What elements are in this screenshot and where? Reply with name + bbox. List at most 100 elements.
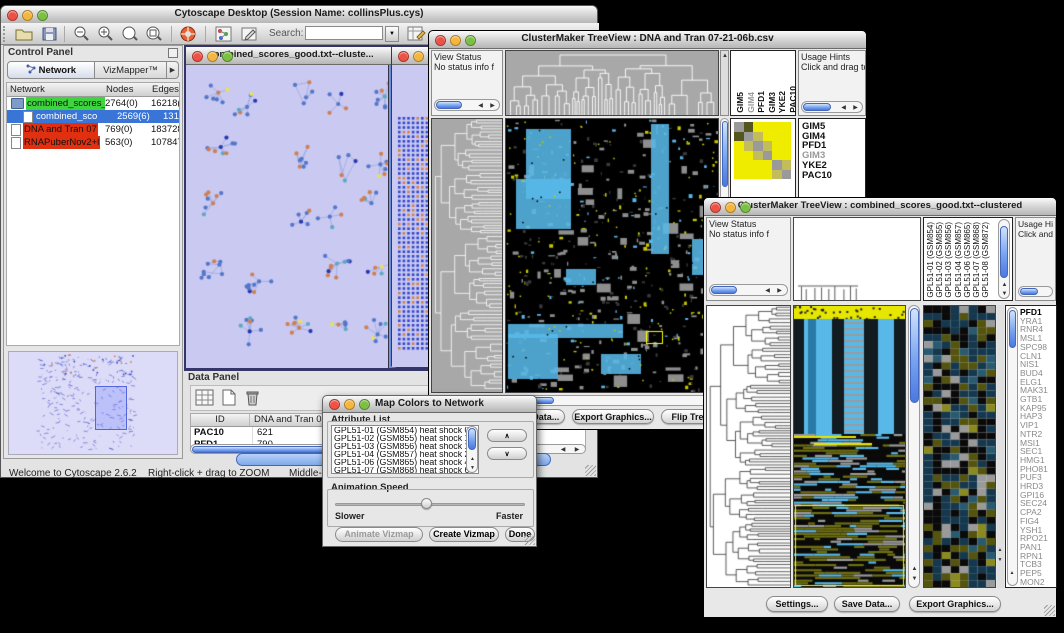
matrix-cell[interactable]: [763, 141, 773, 151]
float-panel-icon[interactable]: [168, 48, 178, 58]
move-down-button[interactable]: ∨: [487, 447, 527, 460]
tv2-zoom-arrow-strip[interactable]: ▲ ▼: [997, 305, 1004, 588]
tab-overflow-arrow[interactable]: ▶: [167, 61, 179, 79]
network-row[interactable]: combined_scores_2764(0)16218(0): [7, 97, 179, 110]
tv1-status-h-scrollbar[interactable]: ◀ ▶: [434, 99, 500, 111]
gene-label[interactable]: MON2: [1020, 578, 1058, 587]
create-vizmap-button[interactable]: Create Vizmap: [429, 527, 499, 542]
matrix-cell[interactable]: [772, 160, 782, 170]
tv2-button-save-data[interactable]: Save Data...: [834, 596, 900, 612]
tv1-hints-scroll-right-icon[interactable]: ▶: [850, 103, 861, 113]
matrix-cell[interactable]: [753, 170, 763, 180]
open-folder-icon[interactable]: [15, 26, 33, 42]
tv2-heatmap[interactable]: [793, 305, 906, 588]
tv2-heatmap-v-scrollbar[interactable]: ▲ ▼: [908, 305, 920, 588]
tv2-status-h-scrollbar[interactable]: ◀ ▶: [709, 284, 788, 296]
annotation-icon[interactable]: [241, 26, 259, 42]
matrix-cell[interactable]: [744, 141, 754, 151]
speed-slider-thumb[interactable]: [421, 498, 432, 509]
network-row[interactable]: RNAPuberNov2+l563(0)107847(0): [7, 136, 179, 149]
treeview1-title-bar[interactable]: ClusterMaker TreeView : DNA and Tran 07-…: [429, 31, 866, 49]
attribute-list[interactable]: GPL51-01 (GSM854) heat shock 05 minGPL51…: [331, 425, 479, 474]
netwin2-minimize-button[interactable]: [413, 51, 424, 62]
scroll-right-icon[interactable]: ▶: [571, 445, 583, 454]
tv1-button-export-graphics[interactable]: Export Graphics...: [572, 409, 654, 424]
dialog-title-bar[interactable]: Map Colors to Network: [323, 396, 536, 413]
attribute-list-item[interactable]: GPL51-04 (GSM857) heat shock 20 min: [334, 451, 476, 459]
close-button[interactable]: [7, 10, 18, 21]
matrix-cell[interactable]: [734, 160, 744, 170]
tv2-genes-v-scrollbar[interactable]: ▲: [1007, 307, 1018, 586]
tab-network[interactable]: Network: [7, 61, 95, 79]
tv1-row-dendrogram[interactable]: [431, 118, 503, 393]
tv2-status-scroll-left-icon[interactable]: ◀: [762, 286, 773, 296]
tv2-genes-up-icon[interactable]: ▲: [1008, 568, 1016, 578]
matrix-cell[interactable]: [763, 160, 773, 170]
matrix-cell[interactable]: [734, 132, 744, 142]
matrix-cell[interactable]: [744, 151, 754, 161]
matrix-cell[interactable]: [744, 122, 754, 132]
toolbar-drag-handle[interactable]: [3, 26, 7, 42]
zoom-button[interactable]: [37, 10, 48, 21]
matrix-cell[interactable]: [734, 170, 744, 180]
move-up-button[interactable]: ∧: [487, 429, 527, 442]
tv1-scroll-strip[interactable]: ▲: [720, 50, 729, 116]
tv1-status-scroll-left-icon[interactable]: ◀: [475, 101, 486, 111]
zoom-selected-icon[interactable]: [121, 26, 139, 42]
attribute-list-v-scrollbar[interactable]: ▲ ▼: [466, 426, 478, 473]
minimize-button[interactable]: [22, 10, 33, 21]
tv2-button-export-graphics[interactable]: Export Graphics...: [909, 596, 1001, 612]
attribute-editor-icon[interactable]: [407, 25, 427, 43]
search-dropdown[interactable]: ▼: [385, 26, 399, 42]
matrix-cell[interactable]: [744, 160, 754, 170]
matrix-cell[interactable]: [782, 141, 792, 151]
main-resize-grip[interactable]: [585, 465, 596, 476]
tv1-minimize-button[interactable]: [450, 35, 461, 46]
delete-attribute-icon[interactable]: [243, 389, 263, 407]
tv2-zoom-down-icon[interactable]: ▼: [997, 555, 1003, 565]
tv1-heatmap-h-scrollbar[interactable]: [505, 395, 719, 406]
tv2-vscroll-up-icon[interactable]: ▲: [910, 564, 919, 574]
tv2-button-settings[interactable]: Settings...: [766, 596, 828, 612]
overview-selection-rect[interactable]: [95, 386, 127, 430]
matrix-cell[interactable]: [782, 160, 792, 170]
search-input[interactable]: [305, 26, 383, 40]
tv2-column-labels-pane[interactable]: ▲ ▼ GPL51-01 (GSM854)GPL51-02 (GSM855)GP…: [923, 217, 1013, 301]
attribute-list-item[interactable]: GPL51-01 (GSM854) heat shock 05 min: [334, 427, 476, 435]
netwin-zoom-button[interactable]: [222, 51, 233, 62]
matrix-cell[interactable]: [772, 132, 782, 142]
table-icon[interactable]: [195, 389, 215, 407]
tab-vizmapper[interactable]: VizMapper™: [95, 61, 167, 79]
matrix-cell[interactable]: [753, 132, 763, 142]
tv2-gene-labels-pane[interactable]: ▲ PFD1YRA1RNR4MSL1SPC98CLN1NIS1BUD4ELG1M…: [1005, 305, 1057, 588]
tv1-close-button[interactable]: [435, 35, 446, 46]
zoom-out-icon[interactable]: [73, 26, 91, 42]
netwin2-close-button[interactable]: [398, 51, 409, 62]
attribute-list-item[interactable]: GPL51-03 (GSM856) heat shock 15 min: [334, 443, 476, 451]
dialog-zoom-button[interactable]: [359, 399, 370, 410]
attribute-list-item[interactable]: GPL51-07 (GSM868) heat shock 60 min: [334, 467, 476, 474]
network-row[interactable]: DNA and Tran 07769(0)183728(0): [7, 123, 179, 136]
tv2-hints-h-scrollbar[interactable]: [1018, 286, 1053, 297]
help-ring-icon[interactable]: [179, 25, 197, 43]
tv2-collabels-v-scrollbar[interactable]: ▲ ▼: [998, 219, 1010, 299]
tv1-column-dendrogram[interactable]: [505, 50, 719, 116]
matrix-cell[interactable]: [753, 141, 763, 151]
matrix-cell[interactable]: [744, 170, 754, 180]
tv2-zoom-up-icon[interactable]: ▲: [997, 545, 1003, 555]
treeview2-title-bar[interactable]: ClusterMaker TreeView : combined_scores_…: [704, 198, 1056, 216]
matrix-cell[interactable]: [763, 122, 773, 132]
matrix-cell[interactable]: [734, 122, 744, 132]
tv2-resize-grip[interactable]: [1044, 605, 1055, 616]
tv1-heatmap[interactable]: [505, 118, 719, 393]
animate-vizmap-button[interactable]: Animate Vizmap: [335, 527, 423, 542]
save-icon[interactable]: [41, 26, 59, 42]
network-canvas[interactable]: [186, 65, 389, 368]
netwin-minimize-button[interactable]: [207, 51, 218, 62]
dialog-close-button[interactable]: [329, 399, 340, 410]
new-attribute-icon[interactable]: [219, 389, 239, 407]
attr-scroll-down-icon[interactable]: ▼: [468, 463, 477, 473]
matrix-cell[interactable]: [763, 132, 773, 142]
attribute-list-item[interactable]: GPL51-02 (GSM855) heat shock 10 min: [334, 435, 476, 443]
matrix-cell[interactable]: [763, 170, 773, 180]
